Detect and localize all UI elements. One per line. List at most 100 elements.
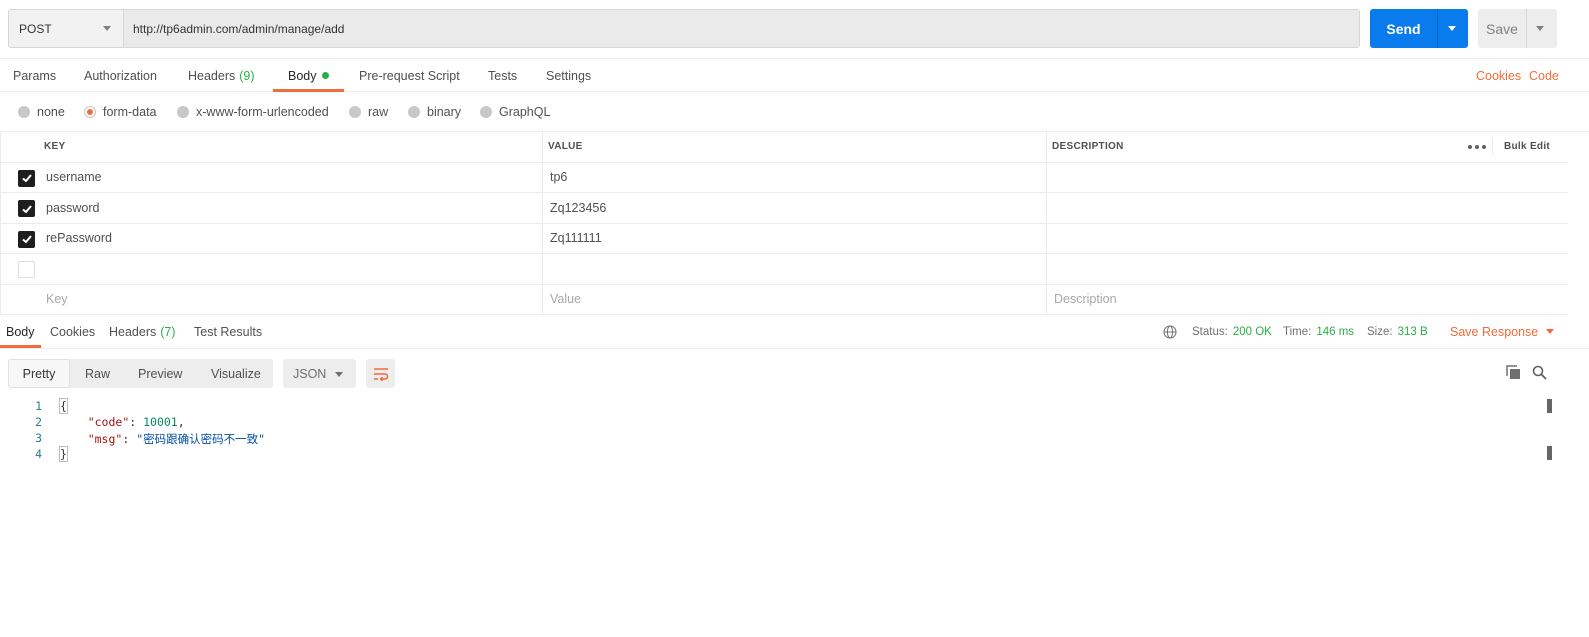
row-checkbox[interactable] [18, 230, 35, 248]
chevron-down-icon [1448, 26, 1456, 31]
modified-dot-icon [321, 72, 329, 79]
key-cell[interactable]: password [46, 193, 100, 223]
tab-settings[interactable]: Settings [546, 59, 591, 92]
close-brace: } [59, 446, 68, 462]
method-label: POST [19, 21, 52, 36]
radio-label: none [37, 105, 65, 119]
copy-icon[interactable] [1505, 364, 1521, 380]
code-line: "msg": "密码跟确认密码不一致" [60, 431, 265, 447]
wrap-lines-icon[interactable] [366, 359, 395, 388]
tab-params[interactable]: Params [13, 59, 56, 92]
save-label: Save [1486, 20, 1518, 37]
json-colon: : [129, 415, 144, 429]
save-response-button[interactable]: Save Response [1450, 316, 1555, 347]
line-number: 2 [35, 415, 42, 429]
json-key: "code" [87, 415, 130, 429]
size-readout: Size: 313 B [1367, 316, 1428, 347]
line-number: 4 [35, 447, 42, 461]
chevron-down-icon [1546, 329, 1555, 334]
cookies-link[interactable]: Cookies [1476, 59, 1521, 92]
search-icon[interactable] [1531, 364, 1547, 380]
status-label: Status: [1192, 325, 1228, 338]
status-value[interactable]: 200 OK [1233, 326, 1272, 338]
row-checkbox[interactable] [18, 261, 35, 278]
radio-circle-icon [18, 106, 30, 118]
method-select[interactable]: POST [9, 10, 124, 47]
format-tab-preview[interactable]: Preview [138, 359, 182, 388]
key-header: KEY [44, 141, 66, 153]
line-number: 1 [35, 399, 42, 413]
description-placeholder[interactable]: Description [1054, 285, 1117, 315]
more-icon[interactable] [1468, 145, 1486, 149]
radio-selected-icon [84, 106, 96, 118]
chevron-down-icon [1536, 26, 1544, 31]
json-number: 10001 [143, 415, 178, 429]
radio-x-www-form-urlencoded[interactable]: x-www-form-urlencoded [177, 105, 329, 119]
send-options-button[interactable] [1437, 9, 1468, 48]
value-placeholder[interactable]: Value [550, 285, 581, 315]
radio-label: GraphQL [499, 105, 551, 119]
save-button[interactable]: Save [1478, 9, 1557, 48]
bulk-edit-link[interactable]: Bulk Edit [1504, 132, 1550, 162]
response-tab-cookies[interactable]: Cookies [50, 316, 95, 347]
format-tab-pretty[interactable]: Pretty [8, 359, 70, 388]
radio-circle-icon [480, 106, 492, 118]
scrollbar-marker[interactable] [1547, 399, 1552, 413]
active-tab-underline [0, 345, 41, 348]
time-value[interactable]: 146 ms [1316, 326, 1354, 338]
globe-icon[interactable] [1163, 316, 1177, 347]
radio-circle-icon [177, 106, 189, 118]
value-cell[interactable]: Zq111111 [550, 224, 602, 254]
status-readout: Status: 200 OK [1192, 316, 1272, 347]
tab-pre-request-script[interactable]: Pre-request Script [359, 59, 460, 92]
chevron-down-icon [335, 372, 343, 377]
json-colon: : [122, 432, 137, 446]
time-readout: Time: 146 ms [1283, 316, 1354, 347]
key-cell[interactable]: username [46, 163, 102, 193]
save-options-button[interactable] [1526, 9, 1557, 48]
radio-graphql[interactable]: GraphQL [480, 105, 550, 119]
check-icon [21, 174, 32, 183]
tab-tests[interactable]: Tests [488, 59, 517, 92]
request-bar: POST http://tp6admin.com/admin/manage/ad… [8, 9, 1360, 48]
url-input[interactable]: http://tp6admin.com/admin/manage/add [124, 10, 1359, 47]
json-comma: , [177, 415, 185, 429]
key-placeholder[interactable]: Key [46, 285, 68, 315]
format-tab-visualize[interactable]: Visualize [211, 359, 261, 388]
tab-headers[interactable]: Headers (9) [188, 59, 255, 92]
format-select[interactable]: JSON [283, 359, 356, 388]
send-button[interactable]: Send [1370, 9, 1468, 48]
response-bar: Body Cookies Headers (7) Test Results Sta… [0, 316, 1589, 349]
radio-form-data[interactable]: form-data [84, 105, 157, 119]
body-type-radios: none form-data x-www-form-urlencoded raw… [0, 92, 1589, 132]
code-link[interactable]: Code [1529, 59, 1559, 92]
radio-raw[interactable]: raw [349, 105, 388, 119]
value-cell[interactable]: Zq123456 [550, 193, 606, 223]
radio-none[interactable]: none [18, 105, 65, 119]
response-tab-body[interactable]: Body [6, 316, 35, 347]
format-select-label: JSON [293, 366, 327, 381]
radio-label: binary [427, 105, 462, 119]
code-line: } [59, 446, 68, 462]
send-label: Send [1386, 20, 1421, 37]
value-cell[interactable]: tp6 [550, 163, 567, 193]
table-row-new: Key Value Description [0, 284, 1568, 315]
tab-body[interactable]: Body [288, 59, 329, 92]
tab-authorization[interactable]: Authorization [84, 59, 157, 92]
tab-label: Headers [188, 68, 236, 83]
radio-binary[interactable]: binary [408, 105, 461, 119]
open-brace: { [59, 398, 68, 414]
row-checkbox[interactable] [18, 200, 35, 217]
key-cell[interactable]: rePassword [46, 224, 112, 254]
params-table: KEY VALUE DESCRIPTION Bulk Edit username… [0, 132, 1568, 315]
size-value[interactable]: 313 B [1398, 326, 1428, 338]
json-key: "msg" [87, 432, 123, 446]
response-tab-test-results[interactable]: Test Results [194, 316, 262, 347]
format-tab-raw[interactable]: Raw [85, 359, 110, 388]
response-tab-headers[interactable]: Headers (7) [109, 316, 176, 347]
scrollbar-marker[interactable] [1547, 446, 1552, 460]
tab-label: Authorization [84, 68, 157, 83]
check-icon [21, 235, 32, 244]
time-label: Time: [1283, 325, 1312, 338]
row-checkbox[interactable] [18, 169, 35, 187]
